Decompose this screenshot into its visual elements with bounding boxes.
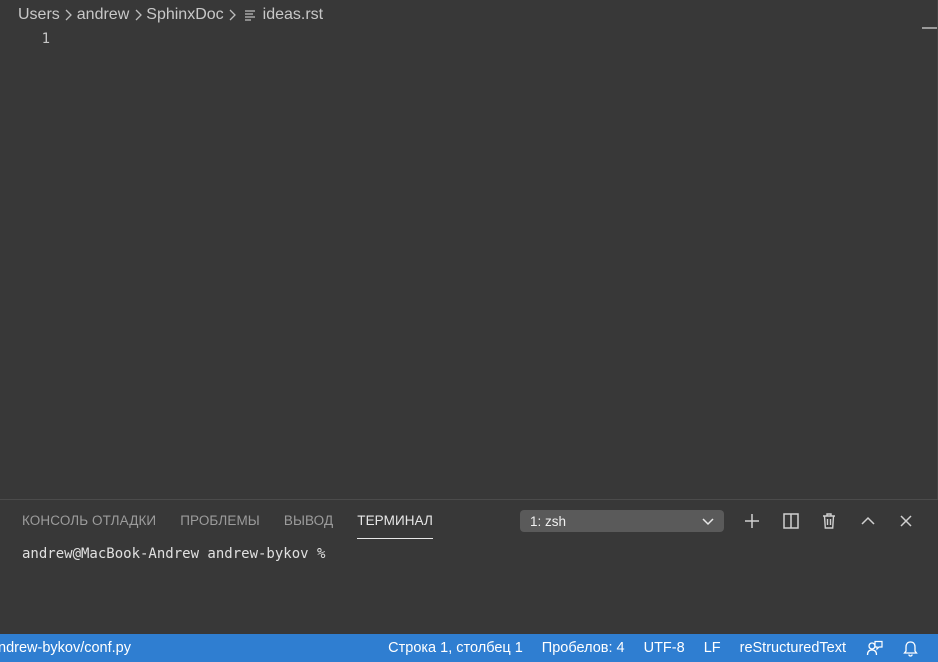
chevron-down-icon (702, 518, 714, 526)
terminal-selector[interactable]: 1: zsh (520, 510, 724, 532)
tab-problems[interactable]: ПРОБЛЕМЫ (180, 500, 260, 540)
feedback-icon[interactable] (865, 639, 883, 657)
split-terminal-icon[interactable] (780, 510, 802, 532)
trash-icon[interactable] (818, 510, 840, 532)
terminal-selector-value: 1: zsh (530, 513, 567, 529)
chevron-right-icon (60, 7, 77, 23)
terminal-prompt[interactable]: andrew@MacBook-Andrew andrew-bykov % (22, 546, 334, 562)
breadcrumb-item-file[interactable]: ideas.rst (263, 6, 323, 24)
tab-output[interactable]: ВЫВОД (284, 500, 333, 540)
bottom-panel: КОНСОЛЬ ОТЛАДКИ ПРОБЛЕМЫ ВЫВОД ТЕРМИНАЛ … (0, 499, 938, 634)
breadcrumb-item-andrew[interactable]: andrew (77, 6, 129, 24)
breadcrumb-item-sphinxdoc[interactable]: SphinxDoc (146, 6, 223, 24)
tab-debug-console[interactable]: КОНСОЛЬ ОТЛАДКИ (22, 500, 156, 540)
close-panel-icon[interactable] (895, 510, 917, 532)
breadcrumb: Users andrew SphinxDoc ideas.rst (0, 0, 938, 30)
text-file-icon (244, 7, 260, 23)
editor-area[interactable]: 1 (0, 0, 938, 499)
plus-icon[interactable] (741, 510, 763, 532)
status-indentation[interactable]: Пробелов: 4 (542, 640, 625, 656)
chevron-right-icon (129, 7, 146, 23)
status-bar: ndrew-bykov/conf.py Строка 1, столбец 1 … (0, 634, 938, 662)
bell-icon[interactable] (901, 639, 919, 657)
status-language[interactable]: reStructuredText (740, 640, 846, 656)
status-file-path[interactable]: ndrew-bykov/conf.py (0, 640, 131, 656)
status-eol[interactable]: LF (704, 640, 721, 656)
chevron-right-icon (224, 7, 241, 23)
status-cursor-position[interactable]: Строка 1, столбец 1 (388, 640, 523, 656)
breadcrumb-item-users[interactable]: Users (18, 6, 60, 24)
panel-tabs: КОНСОЛЬ ОТЛАДКИ ПРОБЛЕМЫ ВЫВОД ТЕРМИНАЛ (22, 500, 457, 540)
tab-terminal[interactable]: ТЕРМИНАЛ (357, 500, 433, 540)
overview-ruler-mark (922, 27, 938, 29)
maximize-panel-icon[interactable] (857, 510, 879, 532)
line-number: 1 (41, 31, 50, 47)
status-encoding[interactable]: UTF-8 (644, 640, 685, 656)
